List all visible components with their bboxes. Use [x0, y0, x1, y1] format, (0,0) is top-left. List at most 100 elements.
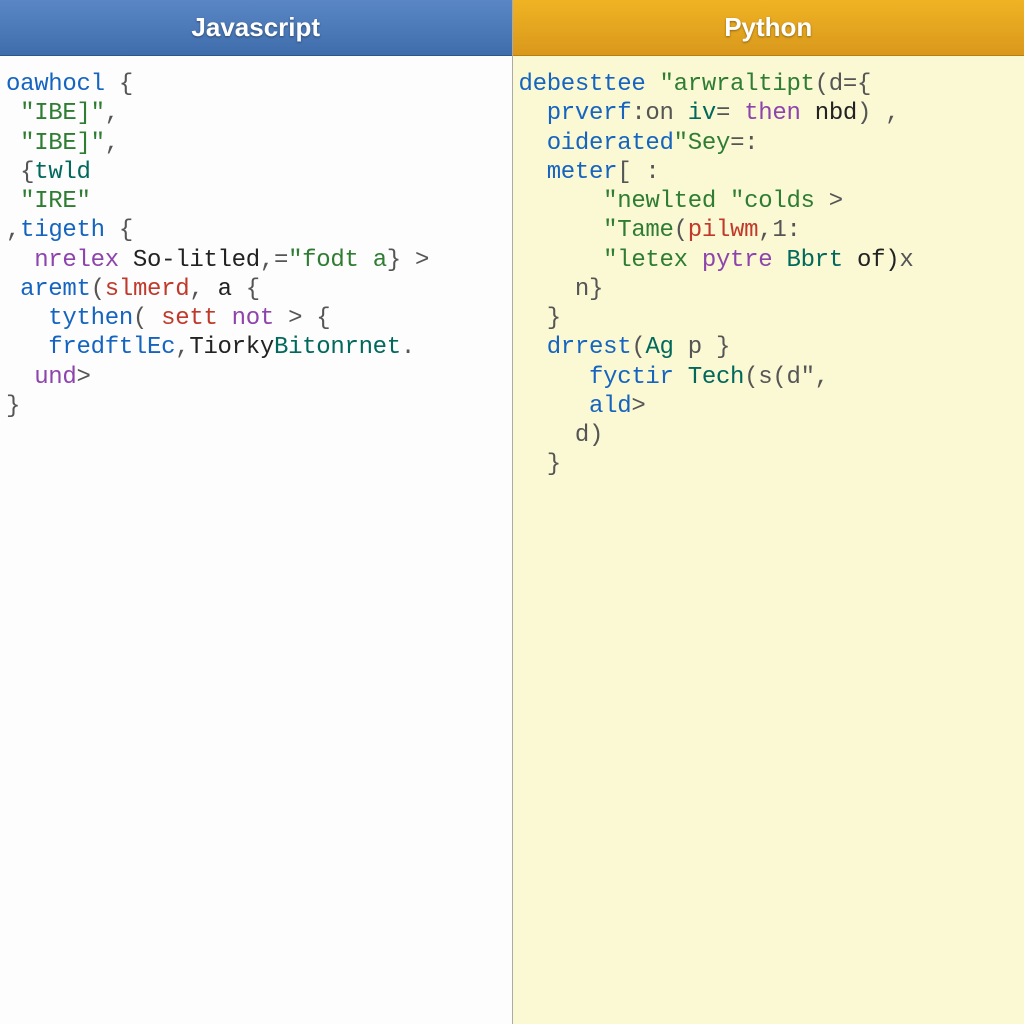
javascript-token: "IRE" — [6, 188, 91, 215]
python-token: pytre — [702, 247, 787, 274]
javascript-token: { — [232, 276, 260, 303]
python-token: Bbrt — [786, 247, 842, 274]
javascript-token: tythen — [6, 305, 133, 332]
javascript-code-line: fredftlEc,TiorkyBitonrnet. — [6, 333, 502, 362]
javascript-token: slmerd — [105, 276, 190, 303]
python-code-line: "Tame(pilwm,1: — [519, 216, 1015, 245]
python-token: then — [744, 100, 800, 127]
python-token: oiderated — [519, 130, 674, 157]
python-code-line: } — [519, 304, 1015, 333]
python-token: prverf — [519, 100, 632, 127]
python-token: > — [631, 393, 645, 420]
javascript-token: "IBE]" — [6, 100, 105, 127]
python-token: d) — [519, 422, 604, 449]
python-token: "newlted — [519, 188, 731, 215]
python-token: "letex — [519, 247, 702, 274]
javascript-code-line: aremt(slmerd, a { — [6, 275, 502, 304]
python-token: (s(d", — [744, 364, 829, 391]
javascript-token: not — [218, 305, 274, 332]
python-token: drrest — [519, 334, 632, 361]
javascript-token: Bitonrnet — [274, 334, 401, 361]
javascript-code-line: tythen( sett not > { — [6, 304, 502, 333]
python-header: Python — [513, 0, 1024, 56]
python-token: Ag — [645, 334, 673, 361]
python-code-line: } — [519, 450, 1015, 479]
python-token: > — [829, 188, 843, 215]
python-code-line: meter[ : — [519, 158, 1015, 187]
python-token: ) , — [857, 100, 899, 127]
javascript-token: So-litled — [119, 247, 260, 274]
javascript-code-line: "IBE]", — [6, 99, 502, 128]
python-token: = — [716, 100, 744, 127]
javascript-code-area[interactable]: oawhocl { "IBE]", "IBE]", {twld "IRE",ti… — [0, 56, 512, 1024]
python-token: ( — [674, 217, 688, 244]
python-code-line: prverf:on iv= then nbd) , — [519, 99, 1015, 128]
python-token: "Sey — [674, 130, 730, 157]
python-token: of) — [843, 247, 899, 274]
python-code-line: n} — [519, 275, 1015, 304]
python-token: "Tame — [519, 217, 674, 244]
python-token: ald — [519, 393, 632, 420]
python-token: "arwraltipt — [660, 71, 815, 98]
python-code-line: "newlted "colds > — [519, 187, 1015, 216]
javascript-code-line: oawhocl { — [6, 70, 502, 99]
javascript-token: aremt — [6, 276, 91, 303]
javascript-code-line: nrelex So-litled,="fodt a} > — [6, 246, 502, 275]
javascript-token: , — [189, 276, 217, 303]
python-token: } — [519, 305, 561, 332]
javascript-token: "fodt a — [288, 247, 387, 274]
python-token: fyctir — [519, 364, 688, 391]
javascript-token: fredftlEc — [6, 334, 175, 361]
javascript-token: Tiorky — [189, 334, 274, 361]
javascript-token: ( — [91, 276, 105, 303]
javascript-token: sett — [161, 305, 217, 332]
python-token: p } — [674, 334, 730, 361]
javascript-token: oawhocl — [6, 71, 105, 98]
javascript-token: , — [105, 100, 119, 127]
javascript-code-line: und> — [6, 363, 502, 392]
python-code-line: debesttee "arwraltipt(d={ — [519, 70, 1015, 99]
javascript-token: > { — [274, 305, 330, 332]
javascript-token: ,= — [260, 247, 288, 274]
python-code-line: ald> — [519, 392, 1015, 421]
python-token: nbd — [801, 100, 857, 127]
split-view: Javascript oawhocl { "IBE]", "IBE]", {tw… — [0, 0, 1024, 1024]
python-token: :on — [631, 100, 687, 127]
python-pane: Python debesttee "arwraltipt(d={ prverf:… — [513, 0, 1024, 1024]
python-token: ( — [631, 334, 645, 361]
javascript-token: und — [6, 364, 77, 391]
javascript-token: tigeth — [20, 217, 105, 244]
javascript-token: ( — [133, 305, 161, 332]
javascript-token: a — [218, 276, 232, 303]
python-code-line: oiderated"Sey=: — [519, 129, 1015, 158]
javascript-header: Javascript — [0, 0, 512, 56]
javascript-token: > — [77, 364, 91, 391]
python-token: =: — [730, 130, 758, 157]
python-token: meter — [519, 159, 618, 186]
python-code-line: "letex pytre Bbrt of)x — [519, 246, 1015, 275]
python-token: "colds — [730, 188, 829, 215]
javascript-code-line: {twld — [6, 158, 502, 187]
python-token: x — [899, 247, 913, 274]
python-token: debesttee — [519, 71, 660, 98]
javascript-token: . — [401, 334, 415, 361]
python-token: pilwm — [688, 217, 759, 244]
javascript-code-line: } — [6, 392, 502, 421]
python-token: ,1: — [758, 217, 800, 244]
javascript-token: "IBE]" — [6, 130, 105, 157]
python-code-line: d) — [519, 421, 1015, 450]
javascript-code-line: "IRE" — [6, 187, 502, 216]
python-code-line: fyctir Tech(s(d", — [519, 363, 1015, 392]
javascript-token: nrelex — [6, 247, 119, 274]
javascript-token: } — [6, 393, 20, 420]
javascript-code-line: ,tigeth { — [6, 216, 502, 245]
python-code-area[interactable]: debesttee "arwraltipt(d={ prverf:on iv= … — [513, 56, 1024, 1024]
python-code-line: drrest(Ag p } — [519, 333, 1015, 362]
python-token: (d={ — [815, 71, 871, 98]
javascript-token: , — [175, 334, 189, 361]
python-token: [ : — [617, 159, 659, 186]
javascript-token: twld — [34, 159, 90, 186]
python-token: } — [519, 451, 561, 478]
javascript-token: { — [105, 71, 133, 98]
javascript-token: { — [6, 159, 34, 186]
